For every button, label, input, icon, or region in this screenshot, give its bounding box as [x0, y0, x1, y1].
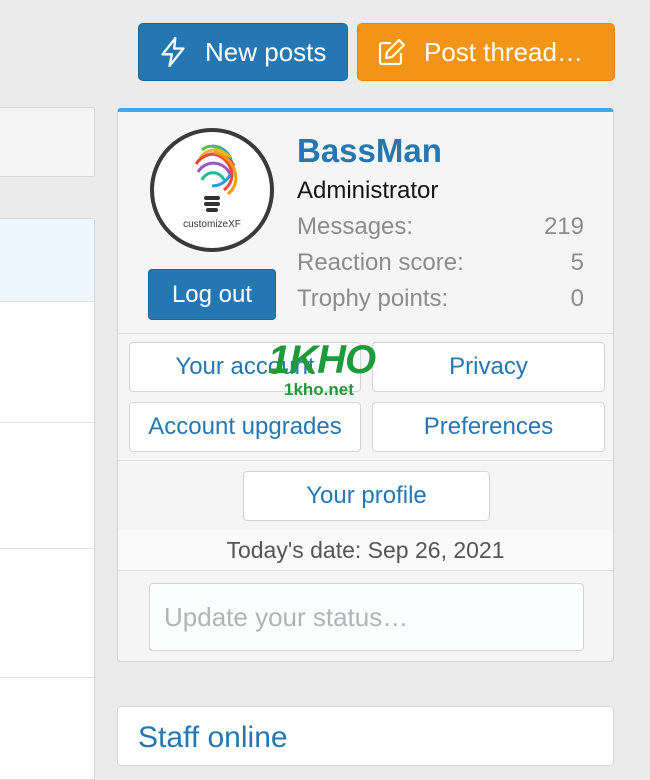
- left-panel-card: [0, 107, 95, 177]
- staff-online-title[interactable]: Staff online: [138, 721, 288, 755]
- account-menu: customizeXF Log out BassMan Administrato…: [117, 108, 614, 662]
- divider: [118, 460, 613, 461]
- stat-messages: Messages: 219: [297, 209, 584, 245]
- new-posts-label: New posts: [205, 36, 327, 67]
- lightbulb-logo-icon: customizeXF: [156, 134, 268, 246]
- divider: [118, 333, 613, 334]
- stat-label: Reaction score:: [297, 249, 464, 276]
- left-panel-list: [0, 218, 95, 780]
- list-item[interactable]: [0, 302, 94, 423]
- left-panel-header: [0, 219, 94, 302]
- stat-trophy-points: Trophy points: 0: [297, 281, 584, 317]
- stat-label: Trophy points:: [297, 285, 449, 312]
- stat-value: 219: [543, 213, 584, 240]
- post-thread-label: Post thread…: [424, 36, 583, 67]
- list-item[interactable]: [0, 423, 94, 549]
- logout-button[interactable]: Log out: [148, 269, 276, 320]
- stat-value: 0: [570, 285, 584, 312]
- stat-reaction-score: Reaction score: 5: [297, 245, 584, 281]
- user-stats: Messages: 219 Reaction score: 5 Trophy p…: [297, 209, 584, 317]
- edit-icon: [378, 38, 406, 66]
- divider: [118, 570, 613, 571]
- todays-date: Today's date: Sep 26, 2021: [118, 530, 613, 570]
- account-upgrades-button[interactable]: Account upgrades: [129, 402, 361, 452]
- user-role: Administrator: [297, 177, 439, 204]
- stat-value: 5: [570, 249, 584, 276]
- staff-online-widget: Staff online: [117, 706, 614, 766]
- privacy-button[interactable]: Privacy: [372, 342, 605, 392]
- list-item[interactable]: [0, 549, 94, 678]
- username-link[interactable]: BassMan: [297, 132, 442, 170]
- avatar[interactable]: customizeXF: [150, 128, 274, 252]
- preferences-button[interactable]: Preferences: [372, 402, 605, 452]
- bolt-icon: [161, 37, 185, 67]
- stat-label: Messages:: [297, 213, 414, 240]
- your-account-button[interactable]: Your account: [129, 342, 361, 392]
- avatar-logo-text: customizeXF: [183, 219, 241, 230]
- new-posts-button[interactable]: New posts: [138, 23, 348, 81]
- status-input[interactable]: [149, 583, 584, 651]
- your-profile-button[interactable]: Your profile: [243, 471, 490, 521]
- post-thread-button[interactable]: Post thread…: [357, 23, 615, 81]
